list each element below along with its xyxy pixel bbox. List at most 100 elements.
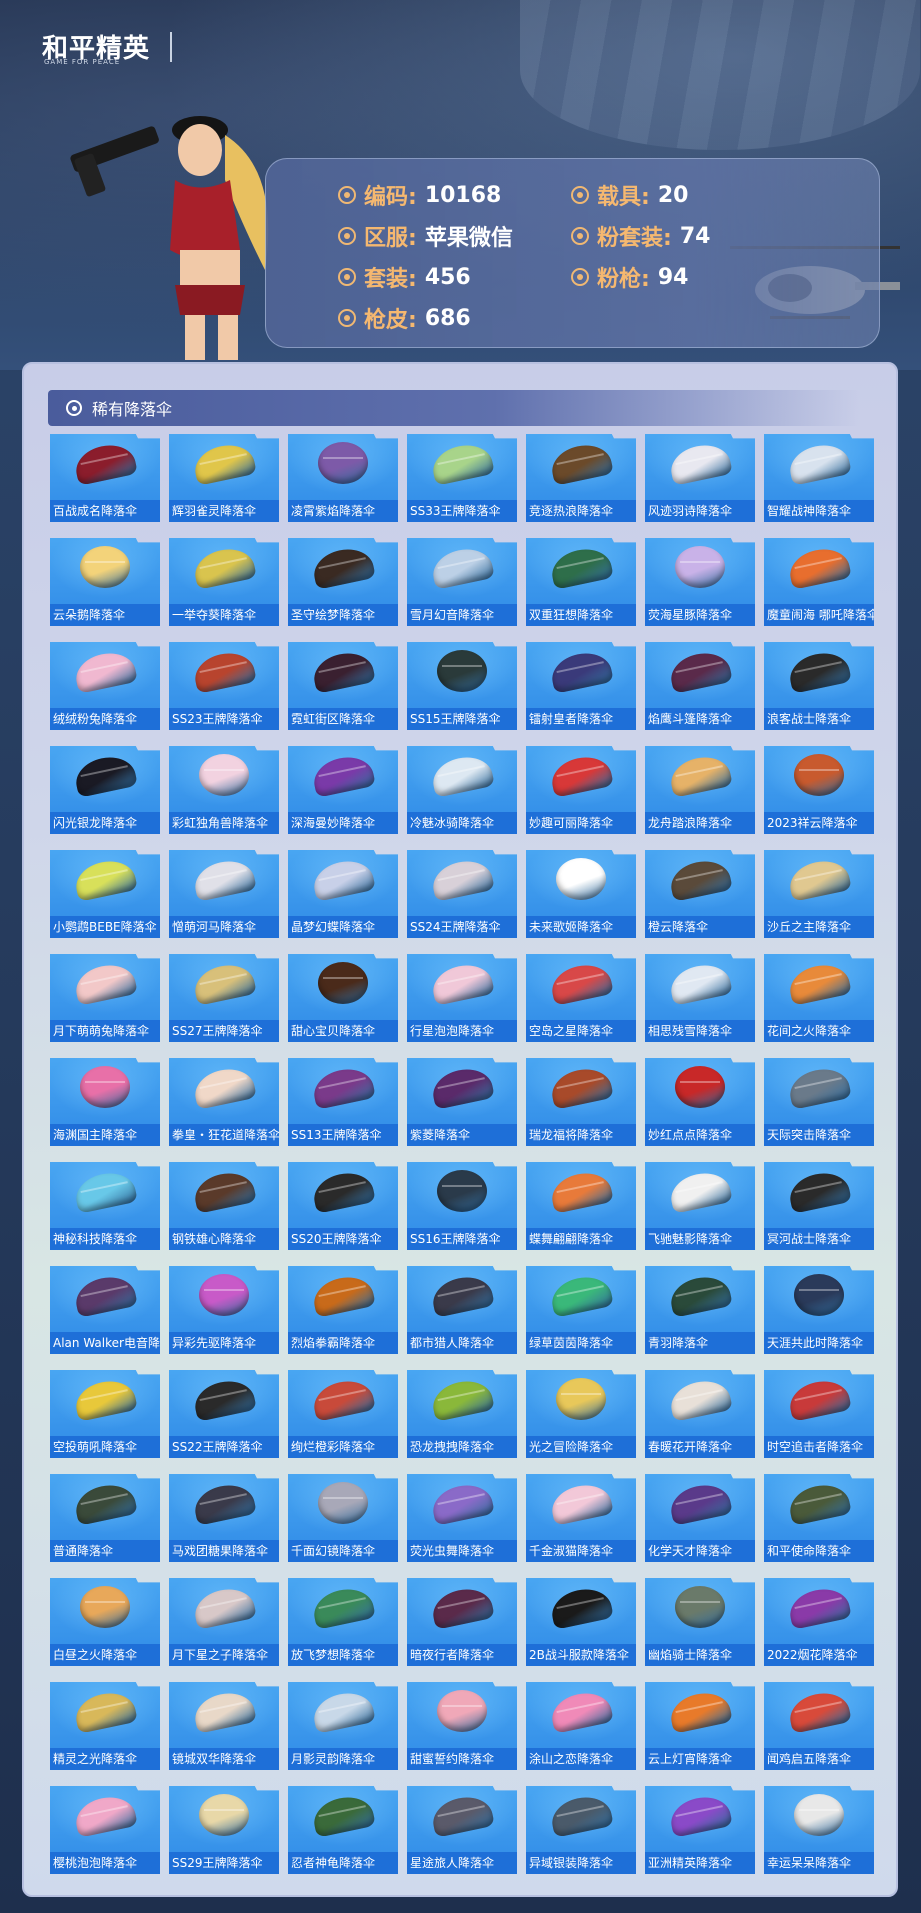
parachute-card[interactable]: 樱桃泡泡降落伞: [50, 1786, 160, 1874]
parachute-card[interactable]: 荧海星豚降落伞: [645, 538, 755, 626]
parachute-card[interactable]: 闻鸡启五降落伞: [764, 1682, 874, 1770]
parachute-card[interactable]: 放飞梦想降落伞: [288, 1578, 398, 1666]
parachute-card[interactable]: 亚洲精英降落伞: [645, 1786, 755, 1874]
parachute-card[interactable]: 忍者神龟降落伞: [288, 1786, 398, 1874]
parachute-card[interactable]: 焰鹰斗篷降落伞: [645, 642, 755, 730]
parachute-card[interactable]: 白昼之火降落伞: [50, 1578, 160, 1666]
parachute-card[interactable]: 神秘科技降落伞: [50, 1162, 160, 1250]
parachute-card[interactable]: 空岛之星降落伞: [526, 954, 636, 1042]
parachute-card[interactable]: 未来歌姬降落伞: [526, 850, 636, 938]
parachute-card[interactable]: 精灵之光降落伞: [50, 1682, 160, 1770]
parachute-card[interactable]: 紫菱降落伞: [407, 1058, 517, 1146]
parachute-card[interactable]: 辉羽雀灵降落伞: [169, 434, 279, 522]
parachute-card[interactable]: 恐龙拽拽降落伞: [407, 1370, 517, 1458]
parachute-card[interactable]: 绿草茵茵降落伞: [526, 1266, 636, 1354]
parachute-card[interactable]: 霓虹街区降落伞: [288, 642, 398, 730]
parachute-card[interactable]: 绚烂橙彩降落伞: [288, 1370, 398, 1458]
parachute-card[interactable]: 月下星之子降落伞: [169, 1578, 279, 1666]
parachute-card[interactable]: 镜城双华降落伞: [169, 1682, 279, 1770]
parachute-card[interactable]: 相思残雪降落伞: [645, 954, 755, 1042]
parachute-card[interactable]: 都市猎人降落伞: [407, 1266, 517, 1354]
parachute-card[interactable]: 暗夜行者降落伞: [407, 1578, 517, 1666]
parachute-card[interactable]: SS13王牌降落伞: [288, 1058, 398, 1146]
parachute-name: 月下萌萌兔降落伞: [50, 1020, 160, 1042]
parachute-card[interactable]: 涂山之恋降落伞: [526, 1682, 636, 1770]
parachute-card[interactable]: 雪月幻音降落伞: [407, 538, 517, 626]
parachute-icon: [667, 648, 733, 694]
parachute-card[interactable]: SS20王牌降落伞: [288, 1162, 398, 1250]
parachute-card[interactable]: 一举夺葵降落伞: [169, 538, 279, 626]
parachute-card[interactable]: 魔童闹海 哪吒降落伞: [764, 538, 874, 626]
parachute-card[interactable]: 瑞龙福将降落伞: [526, 1058, 636, 1146]
parachute-card[interactable]: 空投萌吼降落伞: [50, 1370, 160, 1458]
parachute-card[interactable]: 深海曼妙降落伞: [288, 746, 398, 834]
parachute-card[interactable]: 钢铁雄心降落伞: [169, 1162, 279, 1250]
parachute-card[interactable]: SS16王牌降落伞: [407, 1162, 517, 1250]
parachute-card[interactable]: 千金淑猫降落伞: [526, 1474, 636, 1562]
parachute-card[interactable]: 天际突击降落伞: [764, 1058, 874, 1146]
parachute-card[interactable]: 月影灵韵降落伞: [288, 1682, 398, 1770]
parachute-card[interactable]: 时空追击者降落伞: [764, 1370, 874, 1458]
parachute-card[interactable]: 甜蜜誓约降落伞: [407, 1682, 517, 1770]
parachute-card[interactable]: Alan Walker电音降落伞: [50, 1266, 160, 1354]
parachute-card[interactable]: 彩虹独角兽降落伞: [169, 746, 279, 834]
parachute-card[interactable]: 拳皇・狂花道降落伞: [169, 1058, 279, 1146]
parachute-card[interactable]: 异彩先驱降落伞: [169, 1266, 279, 1354]
parachute-card[interactable]: 妙趣可丽降落伞: [526, 746, 636, 834]
parachute-card[interactable]: SS22王牌降落伞: [169, 1370, 279, 1458]
parachute-card[interactable]: 沙丘之主降落伞: [764, 850, 874, 938]
parachute-card[interactable]: SS27王牌降落伞: [169, 954, 279, 1042]
parachute-card[interactable]: 2023祥云降落伞: [764, 746, 874, 834]
parachute-card[interactable]: 镭射皇者降落伞: [526, 642, 636, 730]
parachute-card[interactable]: 天涯共此时降落伞: [764, 1266, 874, 1354]
parachute-card[interactable]: 马戏团糖果降落伞: [169, 1474, 279, 1562]
parachute-card[interactable]: 青羽降落伞: [645, 1266, 755, 1354]
parachute-card[interactable]: 千面幻镜降落伞: [288, 1474, 398, 1562]
parachute-card[interactable]: 甜心宝贝降落伞: [288, 954, 398, 1042]
parachute-card[interactable]: SS33王牌降落伞: [407, 434, 517, 522]
parachute-card[interactable]: 闪光银龙降落伞: [50, 746, 160, 834]
parachute-card[interactable]: 智耀战神降落伞: [764, 434, 874, 522]
parachute-card[interactable]: 2B战斗服款降落伞: [526, 1578, 636, 1666]
parachute-card[interactable]: 蝶舞翩翩降落伞: [526, 1162, 636, 1250]
parachute-card[interactable]: 月下萌萌兔降落伞: [50, 954, 160, 1042]
parachute-card[interactable]: 双重狂想降落伞: [526, 538, 636, 626]
parachute-card[interactable]: 异域银装降落伞: [526, 1786, 636, 1874]
parachute-card[interactable]: 百战成名降落伞: [50, 434, 160, 522]
parachute-card[interactable]: 冥河战士降落伞: [764, 1162, 874, 1250]
parachute-card[interactable]: 和平使命降落伞: [764, 1474, 874, 1562]
parachute-card[interactable]: 竞逐热浪降落伞: [526, 434, 636, 522]
parachute-card[interactable]: 化学天才降落伞: [645, 1474, 755, 1562]
parachute-card[interactable]: 云上灯宵降落伞: [645, 1682, 755, 1770]
parachute-card[interactable]: 绒绒粉兔降落伞: [50, 642, 160, 730]
parachute-card[interactable]: 凌霄紫焰降落伞: [288, 434, 398, 522]
parachute-card[interactable]: 行星泡泡降落伞: [407, 954, 517, 1042]
parachute-card[interactable]: 晶梦幻蝶降落伞: [288, 850, 398, 938]
parachute-card[interactable]: 海渊国主降落伞: [50, 1058, 160, 1146]
parachute-card[interactable]: 普通降落伞: [50, 1474, 160, 1562]
parachute-card[interactable]: 花间之火降落伞: [764, 954, 874, 1042]
parachute-card[interactable]: 小鹦鹉BEBE降落伞: [50, 850, 160, 938]
parachute-card[interactable]: 2022烟花降落伞: [764, 1578, 874, 1666]
parachute-card[interactable]: SS29王牌降落伞: [169, 1786, 279, 1874]
parachute-card[interactable]: 烈焰拳霸降落伞: [288, 1266, 398, 1354]
parachute-card[interactable]: 飞驰魅影降落伞: [645, 1162, 755, 1250]
parachute-card[interactable]: 幽焰骑士降落伞: [645, 1578, 755, 1666]
parachute-card[interactable]: 圣守绘梦降落伞: [288, 538, 398, 626]
parachute-card[interactable]: 橙云降落伞: [645, 850, 755, 938]
parachute-card[interactable]: SS24王牌降落伞: [407, 850, 517, 938]
parachute-card[interactable]: 龙舟踏浪降落伞: [645, 746, 755, 834]
parachute-card[interactable]: 春暖花开降落伞: [645, 1370, 755, 1458]
parachute-card[interactable]: 光之冒险降落伞: [526, 1370, 636, 1458]
parachute-card[interactable]: SS15王牌降落伞: [407, 642, 517, 730]
parachute-card[interactable]: 幸运呆呆降落伞: [764, 1786, 874, 1874]
parachute-card[interactable]: SS23王牌降落伞: [169, 642, 279, 730]
parachute-card[interactable]: 荧光虫舞降落伞: [407, 1474, 517, 1562]
parachute-card[interactable]: 妙红点点降落伞: [645, 1058, 755, 1146]
parachute-card[interactable]: 憎萌河马降落伞: [169, 850, 279, 938]
parachute-card[interactable]: 浪客战士降落伞: [764, 642, 874, 730]
parachute-card[interactable]: 星途旅人降落伞: [407, 1786, 517, 1874]
parachute-card[interactable]: 冷魅冰骑降落伞: [407, 746, 517, 834]
parachute-card[interactable]: 云朵鹅降落伞: [50, 538, 160, 626]
parachute-card[interactable]: 风迹羽诗降落伞: [645, 434, 755, 522]
